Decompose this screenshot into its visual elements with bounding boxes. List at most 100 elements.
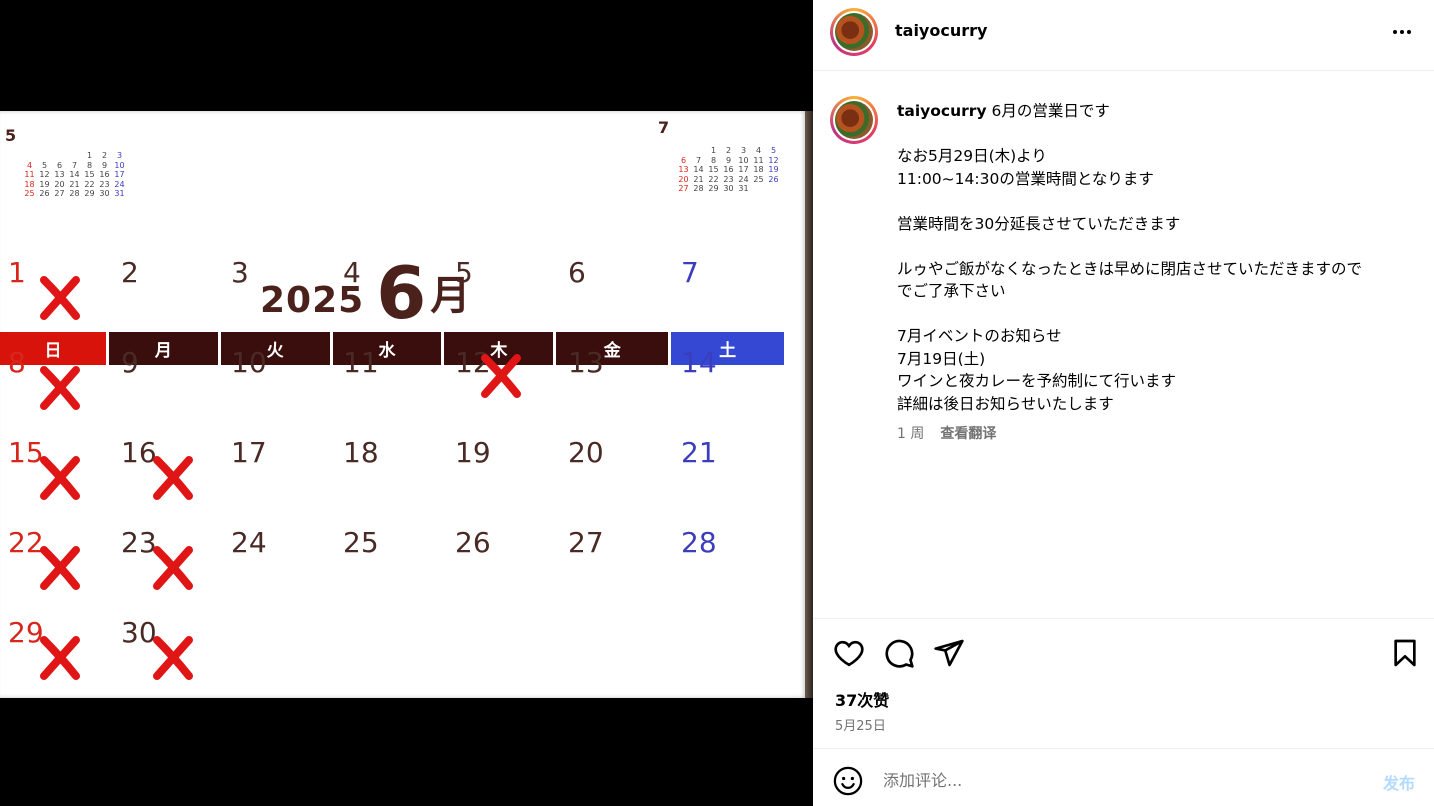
caption-line bbox=[897, 123, 1417, 146]
mini-day: 28 bbox=[69, 189, 80, 198]
likes-count[interactable]: 37次赞 bbox=[835, 687, 889, 711]
post-caption: taiyocurry 6月の営業日ですなお5月29日(木)より 11:00~14:… bbox=[897, 100, 1417, 415]
bookmark-save-icon[interactable] bbox=[1389, 637, 1421, 669]
mini-day: 30 bbox=[99, 189, 110, 198]
calendar-day: 4 bbox=[343, 256, 361, 289]
calendar-title: 2025 6 月 bbox=[260, 229, 470, 329]
emoji-icon[interactable] bbox=[833, 766, 863, 796]
calendar-day: 27 bbox=[568, 526, 604, 559]
share-send-icon[interactable] bbox=[933, 637, 965, 669]
mini-day: 4 bbox=[26, 160, 33, 170]
mini-day: 7 bbox=[695, 155, 702, 165]
comment-input[interactable] bbox=[883, 767, 1343, 793]
mini-day: 11 bbox=[24, 170, 35, 179]
mini-day: 21 bbox=[693, 174, 704, 184]
caption-username[interactable]: taiyocurry bbox=[897, 102, 987, 120]
closed-x-mark bbox=[36, 274, 84, 322]
calendar-day: 24 bbox=[231, 526, 267, 559]
mini-day bbox=[67, 151, 82, 161]
caption-line: taiyocurry 6月の営業日です bbox=[897, 100, 1417, 123]
calendar-day: 17 bbox=[231, 436, 267, 469]
mini-day: 1 bbox=[710, 146, 717, 155]
mini-day: 19 bbox=[768, 165, 779, 174]
time-ago[interactable]: 1 周 bbox=[897, 423, 924, 443]
more-options-icon[interactable] bbox=[1387, 20, 1417, 44]
mini-day: 12 bbox=[39, 170, 50, 179]
mini-day: 23 bbox=[723, 174, 734, 184]
closed-x-mark bbox=[36, 454, 84, 502]
calendar-day: 21 bbox=[681, 436, 717, 469]
mini-day: 18 bbox=[24, 179, 35, 189]
mini-day: 26 bbox=[768, 174, 779, 184]
mini-day: 21 bbox=[69, 179, 80, 189]
mini-day bbox=[52, 151, 67, 161]
author-username[interactable]: taiyocurry bbox=[895, 21, 987, 40]
mini-day: 15 bbox=[708, 165, 719, 174]
calendar-day: 2 bbox=[121, 256, 139, 289]
mini-day: 25 bbox=[24, 189, 35, 198]
mini-day: 11 bbox=[753, 155, 764, 165]
mini-day: 4 bbox=[755, 146, 762, 155]
caption-meta: 1 周 查看翻译 bbox=[897, 423, 996, 443]
mini-day bbox=[22, 151, 37, 161]
caption-text: 6月の営業日です bbox=[986, 102, 1110, 120]
closed-x-mark bbox=[149, 454, 197, 502]
mini-day: 25 bbox=[753, 174, 764, 184]
mini-day: 24 bbox=[738, 174, 749, 184]
mini-day: 26 bbox=[39, 189, 50, 198]
mini-day: 28 bbox=[693, 184, 704, 193]
mini-day: 16 bbox=[723, 165, 734, 174]
photo-edge bbox=[805, 111, 813, 698]
mini-day: 22 bbox=[708, 174, 719, 184]
mini-day: 3 bbox=[740, 146, 747, 155]
mini-day: 1 bbox=[86, 151, 93, 160]
mini-day: 10 bbox=[738, 155, 749, 165]
calendar-photo[interactable]: 2025 6 月 5 1 2 3 4 5 6 7 8 9 10 11 12 13 14 15 16 17 18 19… bbox=[0, 111, 807, 698]
post-comment-button[interactable]: 发布 bbox=[1383, 770, 1415, 794]
mini-day: 8 bbox=[86, 160, 93, 170]
mini-day: 29 bbox=[84, 189, 95, 198]
mini-day: 13 bbox=[54, 170, 65, 179]
caption-line bbox=[897, 235, 1417, 258]
calendar-day: 10 bbox=[231, 346, 267, 379]
like-heart-icon[interactable] bbox=[833, 637, 865, 669]
mini-prev-grid: 1 2 3 4 5 6 7 8 9 10 11 12 13 14 15 16 17 18 19 20 21 22 23 24 2… bbox=[22, 151, 127, 199]
closed-x-mark bbox=[477, 352, 525, 400]
mini-next-grid: 1 2 3 4 5 6 7 8 9 10 11 12 13 14 15 16 17 18 19 20 21 22 23 24 2… bbox=[676, 146, 781, 194]
mini-day bbox=[751, 184, 766, 194]
calendar-day: 3 bbox=[231, 256, 249, 289]
caption-line: ワインと夜カレーを予約制にて行います bbox=[897, 372, 1177, 390]
caption-line bbox=[897, 303, 1417, 326]
action-bar: 37次赞 5月25日 bbox=[813, 618, 1434, 748]
post-date[interactable]: 5月25日 bbox=[835, 715, 886, 734]
closed-x-mark bbox=[149, 634, 197, 682]
comment-bar: 发布 bbox=[813, 748, 1434, 806]
calendar-month-number: 6 bbox=[376, 251, 427, 335]
mini-day: 7 bbox=[71, 160, 78, 170]
mini-day: 6 bbox=[680, 155, 687, 165]
mini-day: 23 bbox=[99, 179, 110, 189]
author-avatar[interactable] bbox=[830, 8, 878, 56]
mini-day: 20 bbox=[678, 174, 689, 184]
calendar-day: 26 bbox=[455, 526, 491, 559]
mini-day bbox=[766, 184, 781, 194]
mini-day: 13 bbox=[678, 165, 689, 174]
mini-day: 18 bbox=[753, 165, 764, 174]
caption-line: 詳細は後日お知らせいたします bbox=[897, 394, 1114, 413]
closed-x-mark bbox=[36, 634, 84, 682]
comment-icon[interactable] bbox=[883, 637, 915, 669]
mini-day: 9 bbox=[725, 155, 732, 165]
caption-avatar[interactable] bbox=[830, 96, 878, 144]
mini-day bbox=[37, 151, 52, 161]
caption-line: なお5月29日(木)より bbox=[897, 147, 1047, 165]
mini-day: 10 bbox=[114, 160, 125, 170]
calendar-day: 25 bbox=[343, 526, 379, 559]
mini-day: 30 bbox=[723, 184, 734, 193]
mini-day: 17 bbox=[114, 170, 125, 179]
mini-day bbox=[676, 146, 691, 156]
see-translation-link[interactable]: 查看翻译 bbox=[940, 423, 996, 443]
caption-line: 11:00~14:30の営業時間となります bbox=[897, 169, 1154, 188]
mini-day: 2 bbox=[725, 146, 732, 155]
mini-day: 16 bbox=[99, 170, 110, 179]
mini-day: 27 bbox=[678, 184, 689, 193]
